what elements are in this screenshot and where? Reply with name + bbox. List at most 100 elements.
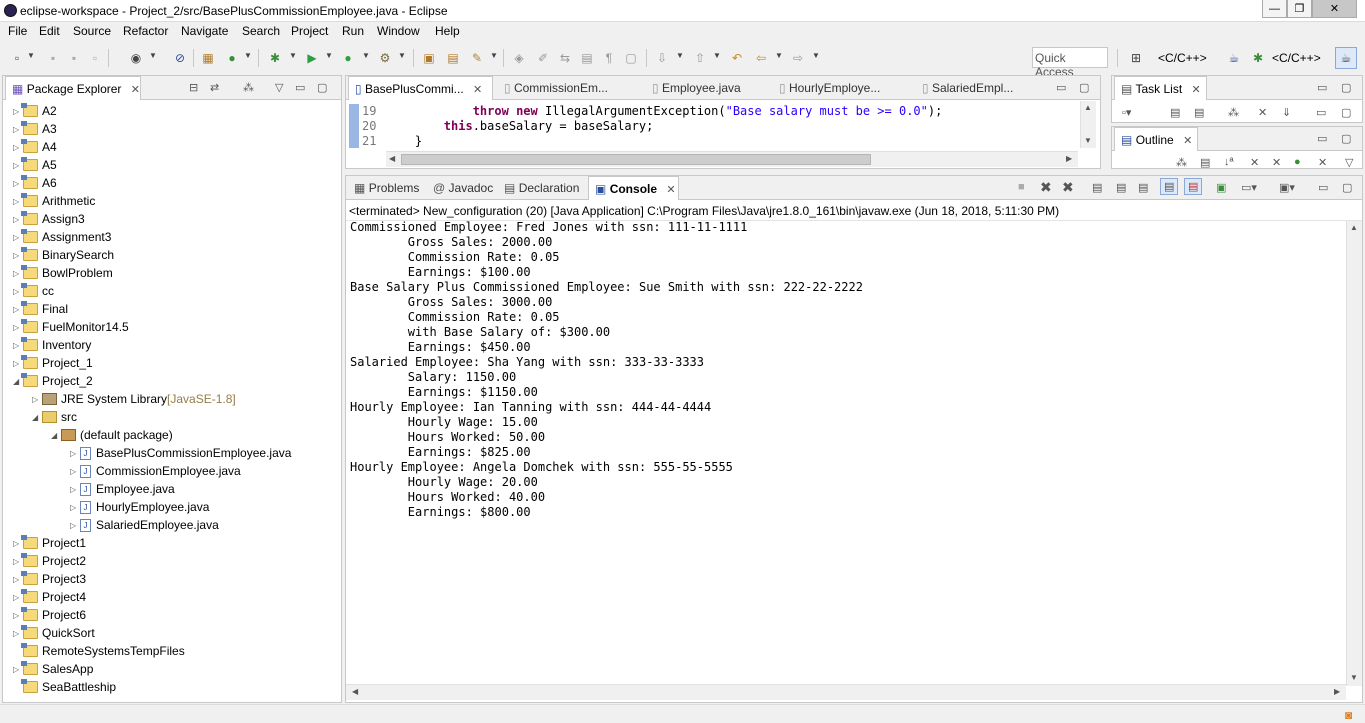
console-horizontal-scrollbar[interactable]: ◀ ▶ [346, 684, 1346, 700]
scheduled-icon[interactable]: ▤ [1194, 106, 1204, 119]
project-item[interactable]: ▷ A6 [13, 174, 57, 192]
maximize-button[interactable]: ❐ [1287, 0, 1312, 18]
pin-console-icon[interactable]: ▣ [1216, 181, 1226, 194]
menu-refactor[interactable]: Refactor [123, 24, 168, 38]
maximize-icon[interactable]: ▢ [1341, 132, 1351, 145]
project-item[interactable]: ▷ Project3 [13, 570, 86, 588]
tab-outline[interactable]: ▤ Outline ✕ [1114, 127, 1198, 151]
tab-task-list[interactable]: ▤ Task List ✕ [1114, 76, 1207, 100]
chevron-down-icon[interactable]: ▼ [27, 51, 35, 60]
project-item[interactable]: ▷ cc [13, 282, 54, 300]
java-file-item[interactable]: ▷ J Employee.java [70, 480, 175, 498]
project-item[interactable]: ▷ BowlProblem [13, 264, 113, 282]
scroll-left-icon[interactable]: ◀ [389, 154, 395, 163]
view-dropdown-icon[interactable]: ▽ [275, 81, 283, 94]
scroll-right-icon[interactable]: ▶ [1066, 154, 1072, 163]
tab-salariedemployee[interactable]: ▯ SalariedEmpl... [916, 76, 1019, 100]
last-edit-icon[interactable]: ↶ [729, 50, 745, 66]
show-on-stderr-icon[interactable]: ▤ [1184, 178, 1203, 195]
run-external-icon[interactable]: ● [340, 50, 356, 66]
project-item[interactable]: ▷ A4 [13, 138, 57, 156]
open-type-icon[interactable]: ▦ [200, 50, 216, 66]
categorized-icon[interactable]: ▤ [1170, 106, 1180, 119]
close-icon[interactable]: ✕ [1192, 84, 1201, 96]
project-item[interactable]: ▷ Project2 [13, 552, 86, 570]
project-item[interactable]: ▷ Project4 [13, 588, 86, 606]
minimize-icon[interactable]: ▭ [1317, 81, 1327, 94]
perspective-java-icon[interactable]: ☕ [1226, 50, 1242, 66]
new-icon[interactable]: ▫ [9, 50, 25, 66]
project-item[interactable]: ▷ A2 [13, 102, 57, 120]
show-on-stdout-icon[interactable]: ▤ [1160, 178, 1179, 195]
open-console-icon[interactable]: ▣▾ [1279, 181, 1295, 194]
project-item[interactable]: ▷ Project_1 [13, 354, 93, 372]
tree-item[interactable]: ◢ src [32, 408, 77, 426]
word-wrap-icon[interactable]: ▤ [1138, 181, 1148, 194]
new-task-icon[interactable]: ▫▾ [1122, 106, 1131, 119]
scroll-down-icon[interactable]: ▼ [1350, 673, 1358, 682]
minimize-icon[interactable]: ▭ [295, 81, 305, 94]
chevron-down-icon[interactable]: ▼ [775, 51, 783, 60]
collapsed-arrow-icon[interactable]: ▷ [70, 521, 80, 530]
java-file-item[interactable]: ▷ J BasePlusCommissionEmployee.java [70, 444, 291, 462]
view-menu-icon[interactable]: ⁂ [243, 81, 254, 94]
whitespace-icon[interactable]: ¶ [601, 50, 617, 66]
back-icon[interactable]: ⇦ [753, 50, 769, 66]
project-item[interactable]: ▷ Inventory [13, 336, 91, 354]
expanded-arrow-icon[interactable]: ◢ [32, 413, 42, 422]
hide-local-types-icon[interactable]: ✕ [1318, 156, 1327, 169]
project-item[interactable]: ▷ Arithmetic [13, 192, 95, 210]
remove-launch-icon[interactable]: ✖ [1040, 179, 1052, 196]
debug-icon[interactable]: ✱ [267, 50, 283, 66]
tab-problems[interactable]: ▦ Problems [348, 176, 425, 200]
run-icon[interactable]: ▶ [304, 50, 320, 66]
console-vertical-scrollbar[interactable]: ▲ ▼ [1346, 221, 1362, 686]
remove-all-launches-icon[interactable]: ✖ [1062, 179, 1074, 196]
code-line[interactable]: } [386, 134, 422, 148]
sort-icon[interactable]: ↓ª [1224, 156, 1234, 168]
code-line[interactable]: this.baseSalary = baseSalary; [386, 119, 654, 133]
maximize-icon[interactable]: ▢ [1079, 81, 1089, 94]
chevron-down-icon[interactable]: ▼ [398, 51, 406, 60]
search-icon[interactable]: ✎ [469, 50, 485, 66]
open-task-icon[interactable]: ▤ [445, 50, 461, 66]
collapsed-arrow-icon[interactable]: ▷ [70, 449, 80, 458]
tab-console[interactable]: ▣ Console ✕ [588, 176, 679, 200]
close-window-button[interactable]: ✕ [1312, 0, 1357, 18]
close-icon[interactable]: ✕ [473, 84, 482, 96]
menu-project[interactable]: Project [291, 24, 328, 38]
maximize-icon[interactable]: ▢ [1342, 181, 1352, 194]
project-item[interactable]: ▷ Final [13, 300, 68, 318]
minimize-icon[interactable]: ▭ [1318, 181, 1328, 194]
clear-console-icon[interactable]: ▤ [1092, 181, 1102, 194]
collapsed-arrow-icon[interactable]: ▷ [70, 467, 80, 476]
chevron-down-icon[interactable]: ▼ [713, 51, 721, 60]
java-file-item[interactable]: ▷ J SalariedEmployee.java [70, 516, 219, 534]
menu-navigate[interactable]: Navigate [181, 24, 228, 38]
open-folder-icon[interactable]: ▣ [421, 50, 437, 66]
java-file-item[interactable]: ▷ J HourlyEmployee.java [70, 498, 209, 516]
tab-javadoc[interactable]: @ Javadoc [427, 176, 499, 200]
toggle-mark-icon[interactable]: ◈ [511, 50, 527, 66]
scroll-down-icon[interactable]: ▼ [1084, 136, 1092, 145]
next-annotation-icon[interactable]: ⇩ [654, 50, 670, 66]
minimize-button[interactable]: — [1262, 0, 1287, 18]
menu-source[interactable]: Source [73, 24, 111, 38]
tab-commissionemployee[interactable]: ▯ CommissionEm... [498, 76, 614, 100]
tab-hourlyemployee[interactable]: ▯ HourlyEmploye... [773, 76, 886, 100]
close-icon[interactable]: ✕ [666, 184, 675, 196]
minimize-icon[interactable]: ▭ [1056, 81, 1066, 94]
tree-item[interactable]: ▷ JRE System Library [JavaSE-1.8] [32, 390, 236, 408]
project-item[interactable]: RemoteSystemsTempFiles [13, 642, 185, 660]
code-line[interactable]: throw new IllegalArgumentException("Base… [386, 104, 943, 118]
scroll-up-icon[interactable]: ▲ [1350, 223, 1358, 232]
save-icon[interactable]: ▪ [45, 50, 61, 66]
project-item[interactable]: ▷ BinarySearch [13, 246, 114, 264]
tab-declaration[interactable]: ▤ Declaration [498, 176, 585, 200]
outline-action-icon[interactable]: ▤ [1200, 156, 1210, 169]
project-item[interactable]: ▷ SalesApp [13, 660, 93, 678]
project-item[interactable]: ▷ A5 [13, 156, 57, 174]
project-item[interactable]: ▷ Project1 [13, 534, 86, 552]
new-java-class-icon[interactable]: ● [224, 50, 240, 66]
display-console-icon[interactable]: ▭▾ [1241, 181, 1257, 194]
